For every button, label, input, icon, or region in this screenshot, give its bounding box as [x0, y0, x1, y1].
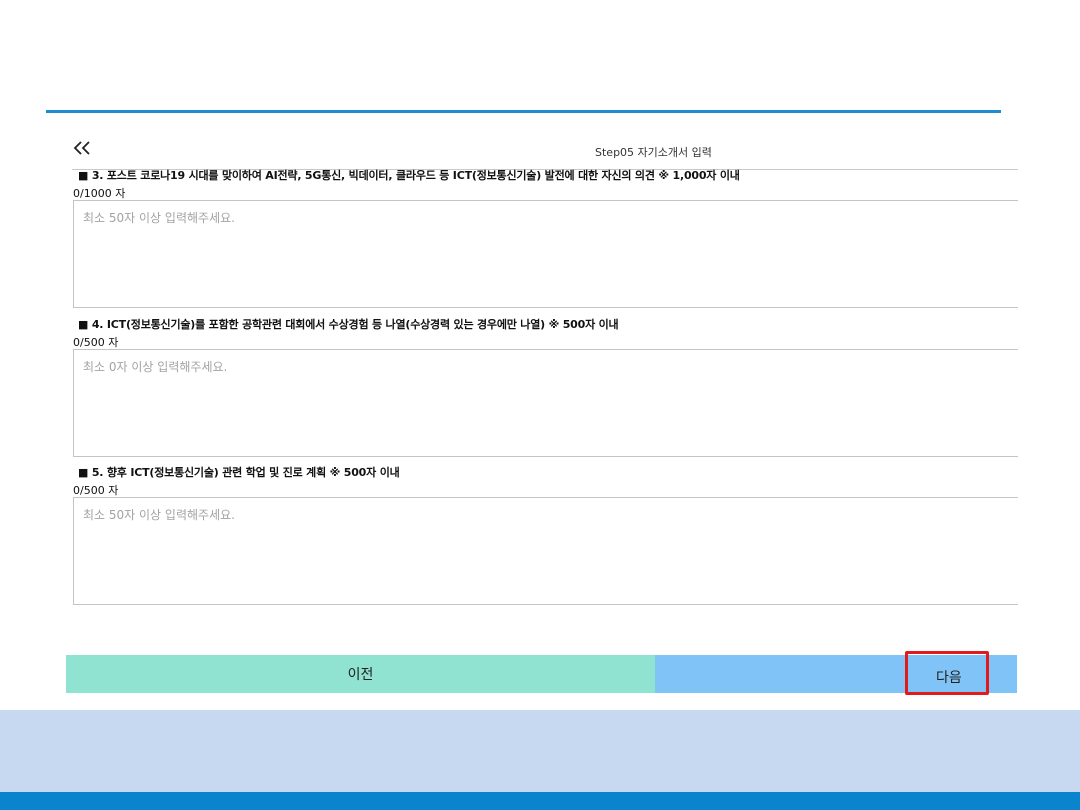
question-4-answer-input[interactable]	[73, 349, 1018, 457]
page-title: Step05 자기소개서 입력	[595, 146, 712, 159]
question-5-label: ■ 5. 향후 ICT(정보통신기술) 관련 학업 및 진로 계획 ※ 500자…	[78, 466, 400, 479]
question-4-char-counter: 0/500 자	[73, 336, 119, 349]
question-3-answer-input[interactable]	[73, 200, 1018, 308]
question-3-label: ■ 3. 포스트 코로나19 시대를 맞이하여 AI전략, 5G통신, 빅데이터…	[78, 169, 740, 182]
prev-button-label: 이전	[347, 667, 374, 683]
question-4-label: ■ 4. ICT(정보통신기술)를 포함한 공학관련 대회에서 수상경험 등 나…	[78, 318, 619, 331]
footer-bottom-bar	[0, 792, 1080, 810]
prev-button[interactable]: 이전	[66, 655, 655, 693]
question-5-answer-input[interactable]	[73, 497, 1018, 605]
next-button-label[interactable]: 다음	[936, 667, 962, 687]
footer-band	[0, 710, 1080, 792]
question-5-char-counter: 0/500 자	[73, 484, 119, 497]
double-chevron-left-icon	[72, 140, 92, 160]
question-3-char-counter: 0/1000 자	[73, 187, 126, 200]
back-button[interactable]	[70, 138, 94, 162]
top-divider	[46, 110, 1001, 113]
